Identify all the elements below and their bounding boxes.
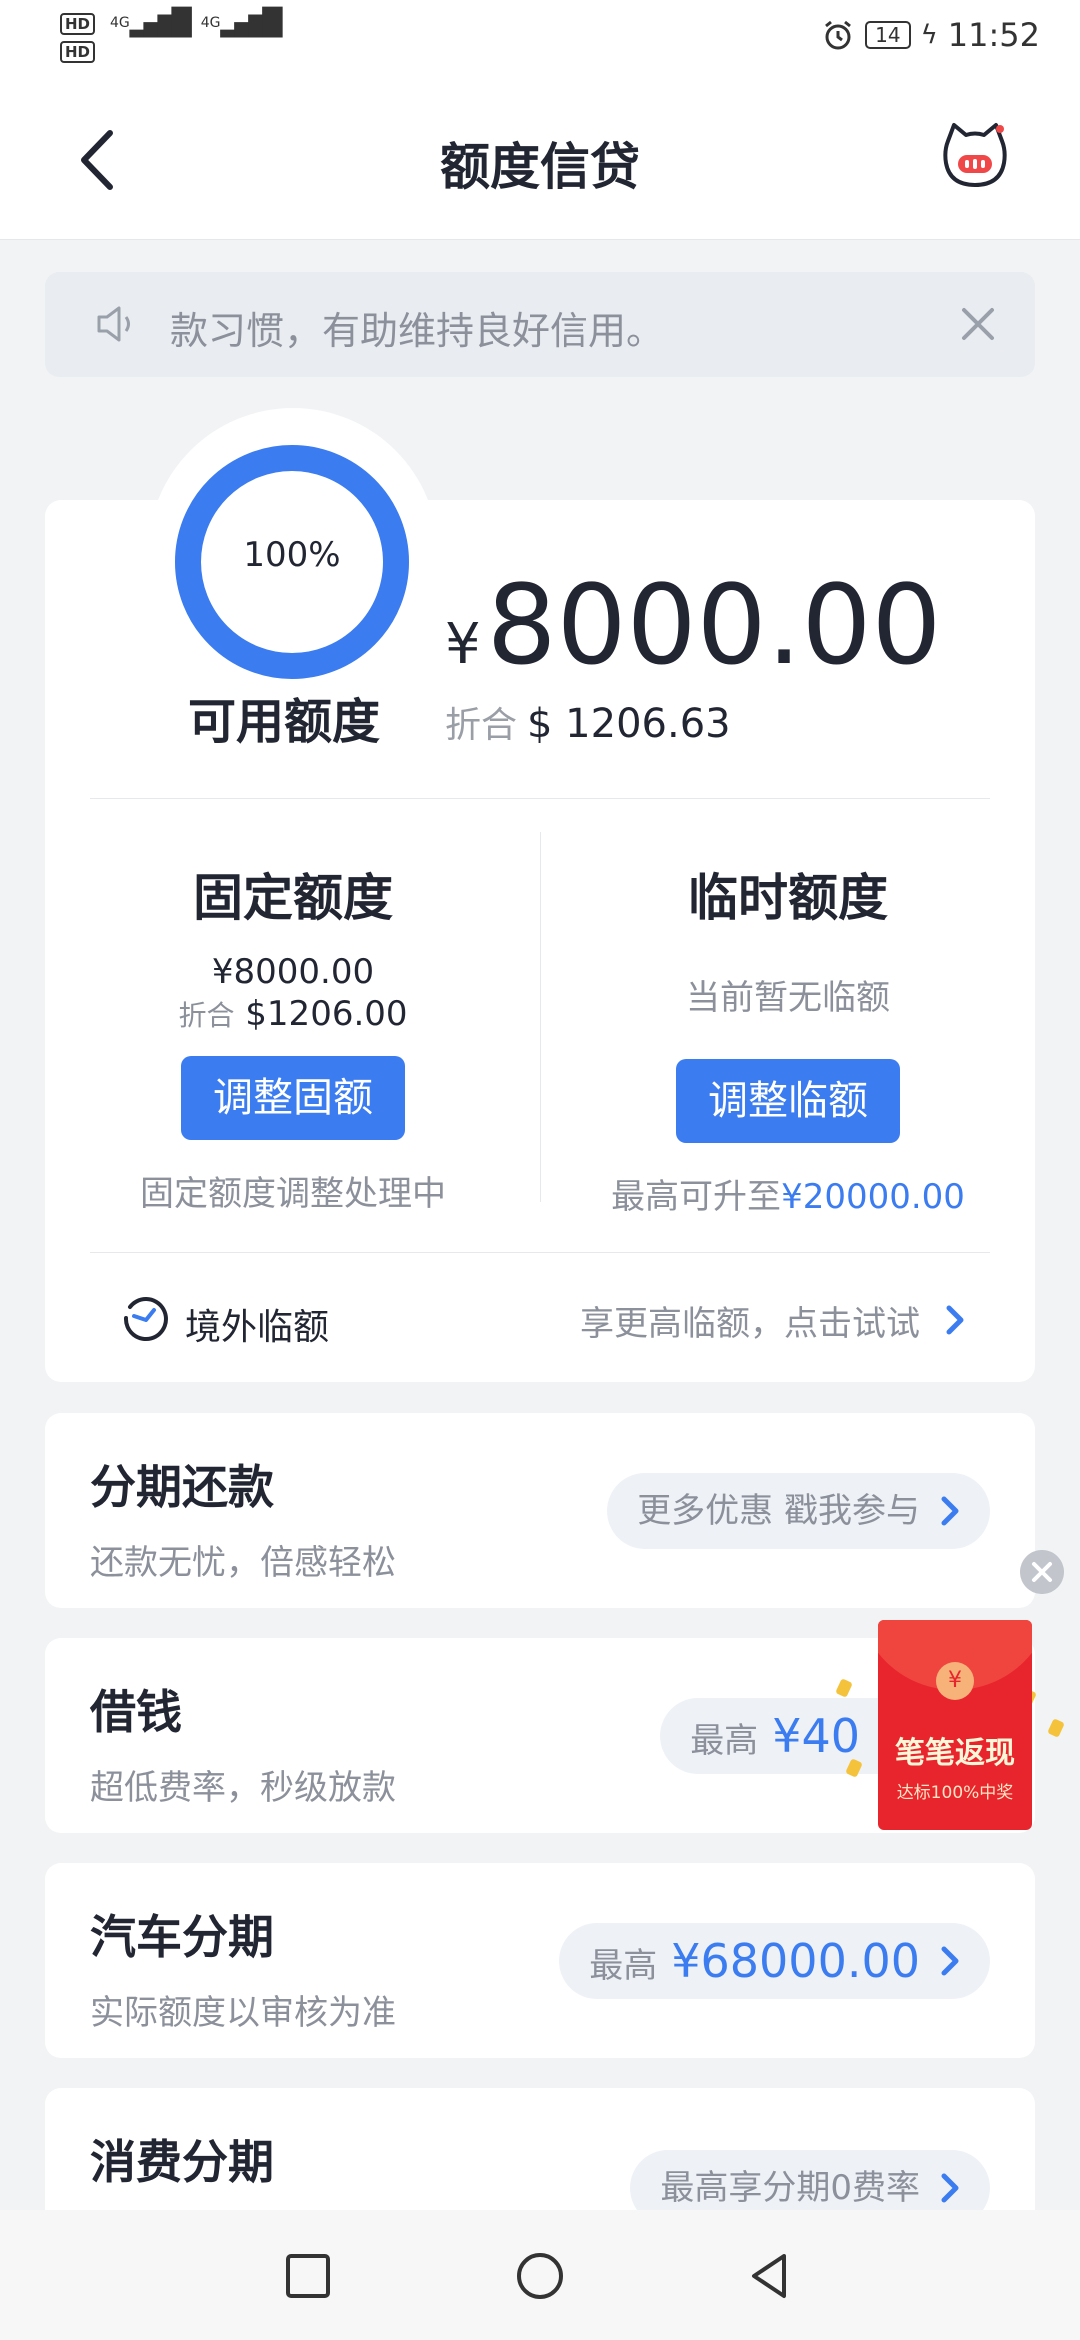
pill-text: 更多优惠 戳我参与 [637,1491,920,1531]
promo-subtitle: 达标100%中奖 [896,1783,1014,1803]
coin-icon: ¥ [936,1662,974,1700]
charging-icon: ϟ [920,20,938,50]
app-header: 额度信贷 [0,75,1080,240]
available-convert: 折合 $ 1206.63 [445,696,731,748]
signal-bars-icon-2: ▂▄▆█ [220,8,283,38]
fixed-quota-amount: ¥8000.00 [211,952,375,992]
close-icon[interactable] [956,302,1000,346]
overseas-hint: 享更高临额，点击试试 [580,1304,920,1344]
signal-bars-icon: ▂▄▆█ [129,8,192,38]
network-label-1: 4G [110,15,130,31]
gauge-percent: 100% [243,535,341,575]
network-label-2: 4G [200,15,221,31]
status-bar: HD 4G▂▄▆█ 4G▂▄▆█ HD 14 ϟ 11:52 [0,0,1080,75]
chevron-right-icon [941,2173,959,2203]
product-title: 借钱 [90,1685,182,1739]
pill-prefix: 最高 [589,1946,658,1986]
promo-close-icon[interactable] [1020,1550,1064,1594]
temporary-quota-status: 当前暂无临额 [686,978,890,1018]
product-card-installment-repay[interactable]: 分期还款 还款无忧，倍感轻松 更多优惠 戳我参与 [45,1413,1035,1608]
available-amount-value: 8000.00 [486,561,942,689]
pill-prefix: 最高 [690,1721,759,1761]
pill-text: 最高享分期0费率 [660,2168,920,2208]
overseas-temporary-quota-row[interactable]: 境外临额 享更高临额，点击试试 [90,1252,990,1382]
red-envelope-promo[interactable]: ¥ 笔笔返现 达标100%中奖 [878,1620,1032,1830]
product-title: 分期还款 [90,1460,274,1514]
status-right: 14 ϟ 11:52 [821,16,1040,54]
product-subtitle: 实际额度以审核为准 [90,1993,396,2033]
back-icon[interactable] [744,2250,796,2302]
mascot-assistant-icon[interactable] [940,121,1010,191]
clock-time: 11:52 [947,16,1040,54]
pill-value: ¥68000.00 [671,1934,920,1988]
adjust-fixed-quota-button[interactable]: 调整固额 [181,1056,405,1140]
available-amount: ¥ 8000.00 [445,570,942,680]
product-card-car-installment[interactable]: 汽车分期 实际额度以审核为准 最高 ¥68000.00 [45,1863,1035,2058]
convert-label: 折合 [445,705,518,746]
product-offer-pill[interactable]: 最高 ¥68000.00 [559,1923,990,1999]
sparkle-decoration [1047,1718,1065,1738]
system-nav-bar [0,2210,1080,2340]
pill-value: ¥40 [772,1709,860,1763]
alarm-icon [825,20,852,50]
product-title: 汽车分期 [90,1910,274,1964]
signal-indicators: HD 4G▂▄▆█ 4G▂▄▆█ HD [60,8,283,64]
product-offer-pill[interactable]: 更多优惠 戳我参与 [607,1473,990,1549]
chevron-right-icon [946,1305,964,1335]
temporary-max-prefix: 最高可升至 [611,1177,782,1217]
divider [90,798,990,799]
overseas-label: 境外临额 [185,1307,330,1348]
page-title: 额度信贷 [440,138,640,196]
fixed-convert-label: 折合 [178,999,235,1032]
home-icon[interactable] [514,2250,566,2302]
product-title: 消费分期 [90,2135,274,2189]
temporary-quota-max: 最高可升至¥20000.00 [563,1169,1013,1218]
speaker-icon [97,306,130,342]
temporary-max-value: ¥20000.00 [781,1177,965,1217]
product-subtitle: 超低费率，秒级放款 [90,1768,396,1808]
fixed-convert-value: $1206.00 [245,994,408,1034]
currency-symbol: ¥ [445,612,481,677]
adjust-temporary-quota-button[interactable]: 调整临额 [676,1059,900,1143]
battery-level: 14 [865,21,911,49]
chevron-right-icon [941,1946,959,1976]
notice-banner: 款习惯，有助维持良好信用。 [45,272,1035,377]
column-divider [540,832,541,1202]
plane-clock-icon [123,1297,168,1342]
temporary-quota-title: 临时额度 [688,869,888,927]
hd-badge-2: HD [60,41,96,63]
notice-text: 款习惯，有助维持良好信用。 [170,309,665,353]
available-credit-label: 可用额度 [188,694,381,750]
convert-value: $ 1206.63 [527,701,731,747]
chevron-right-icon [941,1496,959,1526]
fixed-quota-status: 固定额度调整处理中 [140,1174,446,1214]
fixed-quota-title: 固定额度 [193,869,393,927]
hd-badge-1: HD [60,13,96,35]
recent-apps-icon[interactable] [282,2250,334,2302]
fixed-quota-column: 固定额度 ¥8000.00 折合 $1206.00 调整固额 固定额度调整处理中 [68,858,518,1215]
product-subtitle: 还款无忧，倍感轻松 [90,1543,396,1583]
fixed-quota-convert: 折合 $1206.00 [68,994,518,1034]
promo-title: 笔笔返现 [895,1736,1015,1771]
temporary-quota-column: 临时额度 当前暂无临额 调整临额 最高可升至¥20000.00 [563,858,1013,1218]
